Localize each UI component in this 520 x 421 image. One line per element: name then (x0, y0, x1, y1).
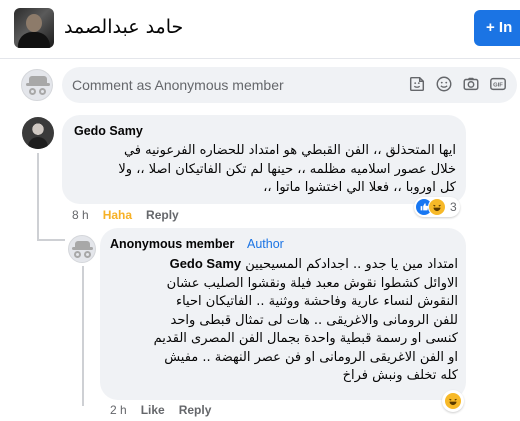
reply-reaction-summary[interactable] (442, 390, 464, 412)
reply-thread-line (82, 266, 84, 406)
commenter-avatar[interactable] (22, 117, 54, 149)
reply-line: النقوش لنساء عارية وفاحشة ووثنية .. الفا… (175, 294, 458, 309)
haha-button[interactable]: Haha (103, 208, 132, 222)
comment-line: خلال عصور اسلاميه مظلمه ،، حينها لم تكن … (118, 161, 456, 177)
haha-reaction-icon (428, 198, 446, 216)
comment-input-placeholder: Comment as Anonymous member (72, 77, 284, 93)
comment-line: كل اوروبا ،، فعلا الي اختشوا ماتوا ،، (263, 180, 456, 195)
reply-line: امتداد مين يا جدو .. اجدادكم المسيحيين G… (169, 256, 458, 272)
comment-input[interactable]: Comment as Anonymous member GIF (62, 67, 517, 103)
profile-header: حامد عبدالصمد + In (0, 0, 520, 58)
emoji-icon[interactable] (435, 75, 453, 93)
thread-line-branch (37, 239, 65, 241)
svg-text:GIF: GIF (493, 83, 503, 89)
reply-author[interactable]: Anonymous member (110, 237, 234, 251)
reply-line: الاوائل كشطوا نقوش معبد فيلة ونقشوا الصل… (166, 275, 458, 291)
comment-author[interactable]: Gedo Samy (74, 124, 143, 138)
anonymous-avatar-small (68, 235, 96, 263)
profile-name[interactable]: حامد عبدالصمد (64, 16, 183, 38)
mention-tag[interactable]: Gedo Samy (170, 256, 242, 271)
reaction-count: 3 (450, 200, 457, 214)
comment-timestamp[interactable]: 8 h (72, 208, 89, 222)
like-button[interactable]: Like (141, 403, 165, 417)
profile-avatar[interactable] (14, 8, 54, 48)
header-divider (0, 58, 520, 59)
camera-icon[interactable] (462, 75, 480, 93)
reply-timestamp[interactable]: 2 h (110, 403, 127, 417)
haha-reaction-icon (444, 392, 462, 410)
follow-button[interactable]: + In (474, 10, 520, 46)
reply-line: للفن الرومانى والاغريقى .. هات لى تمثال … (170, 312, 458, 328)
reply-line: او الفن الاغريقى الرومانى او فن عصر النه… (164, 349, 458, 365)
gif-icon[interactable]: GIF (489, 75, 507, 93)
comment-bubble: Gedo Samy ايها المتحذلق ،، الفن القبطي ه… (62, 115, 466, 204)
reply-button[interactable]: Reply (146, 208, 179, 222)
comment-actions: 8 h Haha Reply (72, 208, 193, 222)
sticker-icon[interactable] (408, 75, 426, 93)
anonymous-avatar (21, 69, 53, 101)
reply-actions: 2 h Like Reply (110, 403, 225, 417)
reply-button[interactable]: Reply (179, 403, 212, 417)
reaction-summary[interactable]: 3 (414, 197, 460, 217)
reply-line: كله تخلف ونبش فراخ (342, 368, 458, 383)
reply-bubble: Anonymous member Author امتداد مين يا جد… (100, 228, 466, 400)
author-badge: Author (247, 237, 284, 251)
reply-line: كنسى او رسمة قبطية واحدة بجمال الفن المص… (153, 331, 458, 346)
comment-text: ايها المتحذلق ،، الفن القبطي هو امتداد ل… (72, 142, 456, 198)
thread-line (37, 153, 39, 241)
reply-text: امتداد مين يا جدو .. اجدادكم المسيحيين G… (108, 255, 458, 386)
comment-line: ايها المتحذلق ،، الفن القبطي هو امتداد ل… (123, 143, 456, 158)
